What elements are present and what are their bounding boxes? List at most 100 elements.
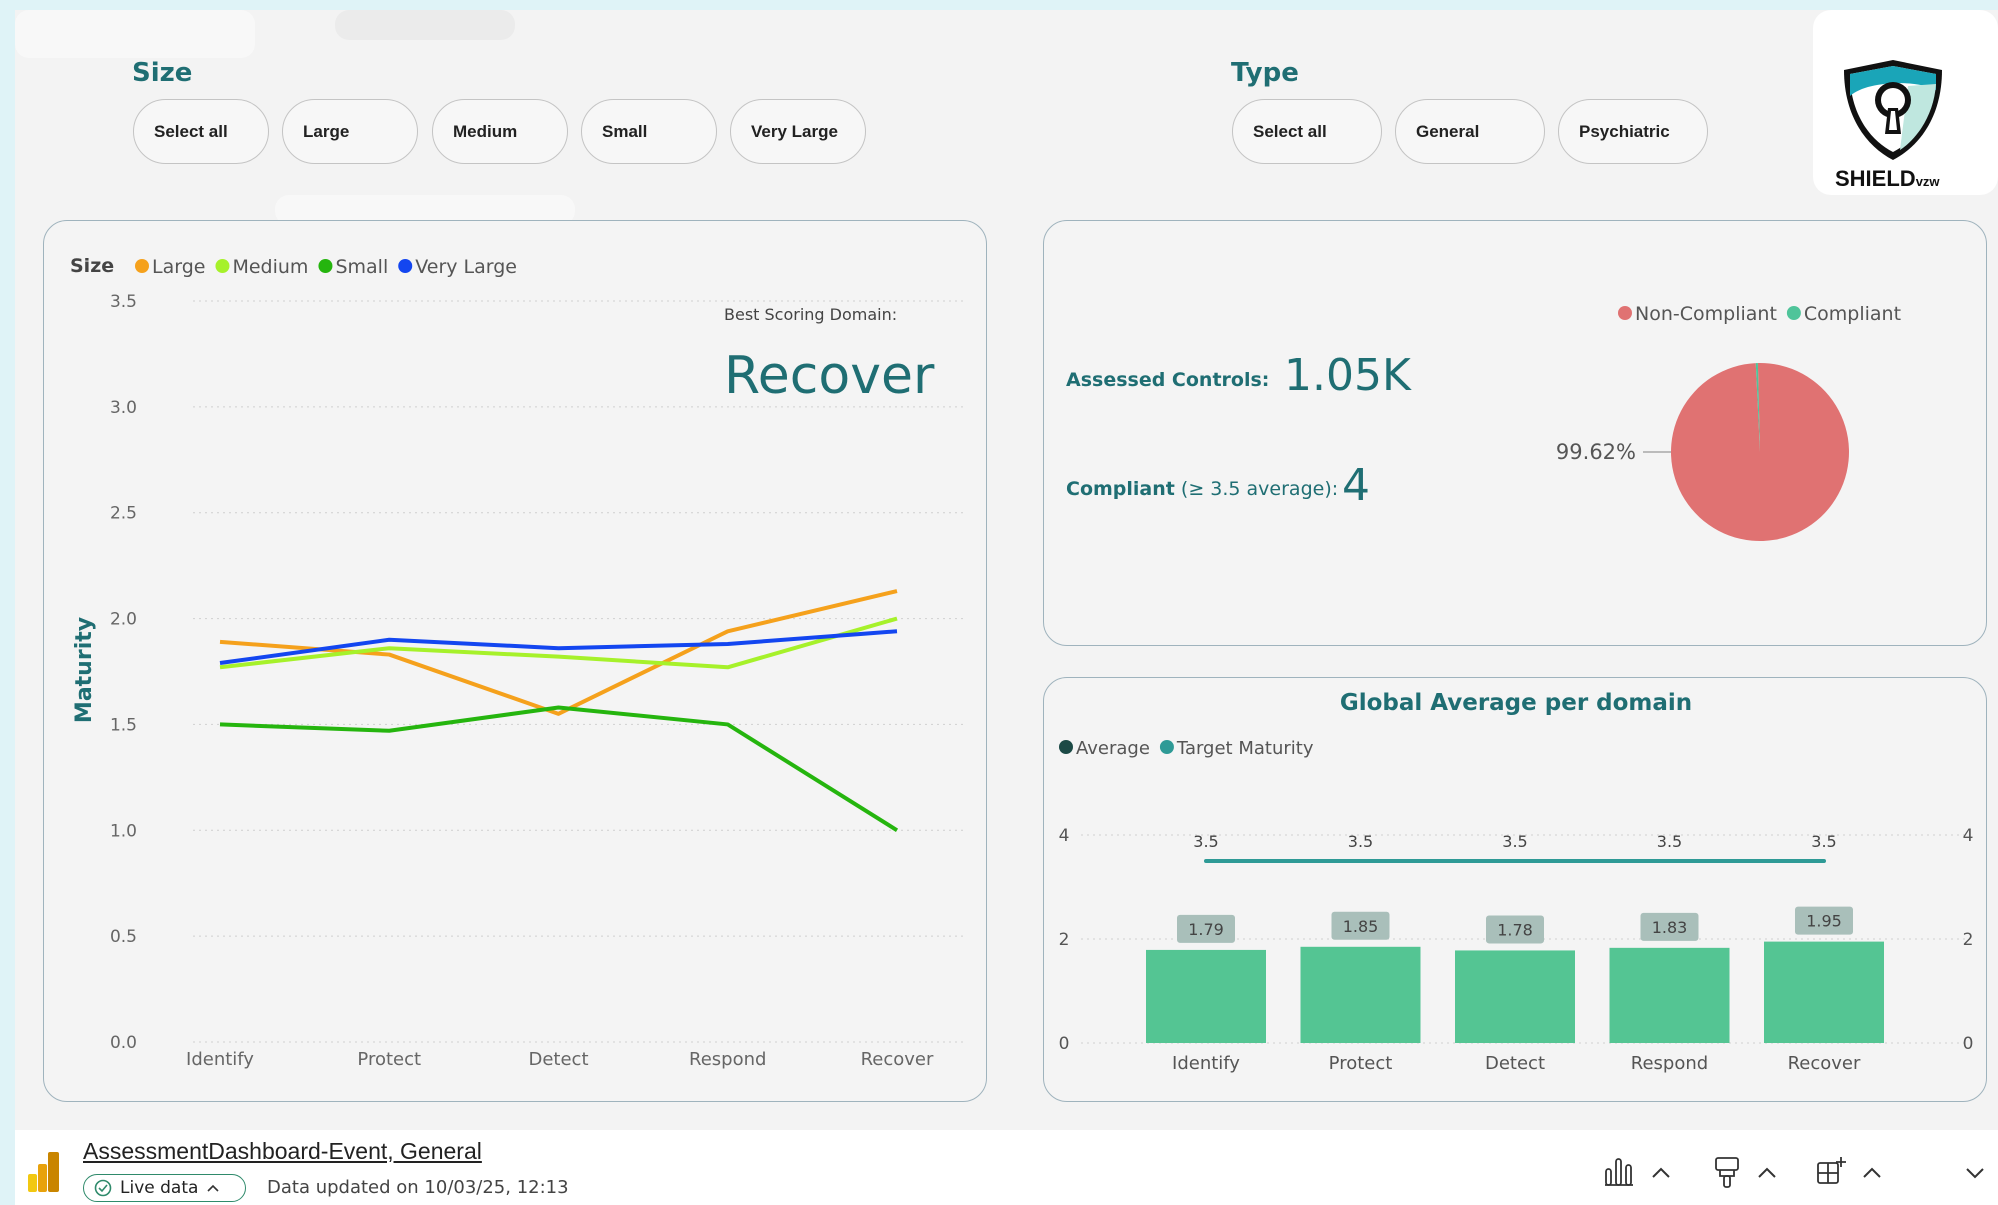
line-chart-gridlines bbox=[193, 300, 963, 1043]
type-general-button[interactable]: General bbox=[1395, 99, 1545, 164]
line-chart-legend: Size Large Medium Small Very Large bbox=[70, 255, 517, 278]
y-axis-label: Maturity bbox=[72, 617, 97, 723]
chevron-down-icon[interactable] bbox=[1964, 1166, 1986, 1180]
bar-chart-title: Global Average per domain bbox=[1340, 690, 1692, 716]
pie-slice-non-compliant bbox=[1671, 363, 1850, 541]
y-tick-label: 3.5 bbox=[110, 292, 137, 312]
size-small-button[interactable]: Small bbox=[581, 99, 717, 164]
type-psychiatric-button[interactable]: Psychiatric bbox=[1558, 99, 1708, 164]
x-tick-label: Detect bbox=[1485, 1053, 1545, 1074]
legend-marker bbox=[215, 259, 230, 273]
format-brush-icon[interactable] bbox=[1712, 1155, 1742, 1189]
pie-legend: Non-Compliant Compliant bbox=[1618, 303, 1901, 325]
size-large-button[interactable]: Large bbox=[282, 99, 418, 164]
best-domain-label: Best Scoring Domain: bbox=[724, 305, 897, 324]
legend-marker bbox=[318, 259, 333, 273]
best-domain-value: Recover bbox=[724, 346, 935, 406]
legend-item: Target Maturity bbox=[1176, 738, 1314, 759]
chevron-up-icon[interactable] bbox=[1650, 1166, 1672, 1180]
bar-average bbox=[1146, 949, 1266, 1043]
y-tick-label: 2 bbox=[1059, 930, 1070, 950]
x-tick-label: Identify bbox=[1172, 1053, 1240, 1074]
y2-tick-label: 4 bbox=[1963, 826, 1974, 846]
pie-data-label: 99.62% bbox=[1556, 440, 1636, 464]
bar-average bbox=[1455, 950, 1575, 1043]
line-chart-x-axis: Identify Protect Detect Respond Recover bbox=[186, 1049, 934, 1070]
y-tick-label: 0 bbox=[1059, 1034, 1070, 1054]
maturity-line-chart: Size Large Medium Small Very Large 0.0 0.5 1.0… bbox=[70, 255, 963, 1070]
line-chart-y-axis: 0.0 0.5 1.0 1.5 2.0 2.5 3.0 3.5 bbox=[110, 292, 137, 1053]
legend-marker bbox=[1159, 740, 1174, 754]
bar-data-label: 1.95 bbox=[1806, 912, 1842, 931]
global-average-bar-chart: Global Average per domain Average Target … bbox=[1059, 690, 1974, 1074]
logo-wordmark: SHIELDvzw bbox=[1835, 166, 1940, 191]
y-tick-label: 0.5 bbox=[110, 927, 137, 947]
bar-average bbox=[1609, 947, 1730, 1043]
legend-item: Non-Compliant bbox=[1635, 303, 1777, 325]
y-tick-label: 2.0 bbox=[110, 610, 137, 630]
x-tick-label: Identify bbox=[186, 1049, 254, 1070]
y-tick-label: 4 bbox=[1059, 826, 1070, 846]
report-title-link[interactable]: AssessmentDashboard-Event, General bbox=[83, 1138, 482, 1165]
background-shape bbox=[335, 10, 515, 40]
legend-item: Average bbox=[1076, 738, 1150, 759]
type-select-all-button[interactable]: Select all bbox=[1232, 99, 1382, 164]
y-tick-label: 3.0 bbox=[110, 398, 137, 418]
bar-data-label: 1.83 bbox=[1652, 918, 1688, 937]
legend-item: Compliant bbox=[1804, 303, 1901, 325]
y-tick-label: 0.0 bbox=[110, 1033, 137, 1053]
y2-tick-label: 0 bbox=[1963, 1034, 1974, 1054]
bar-chart-x-axis: Identify Protect Detect Respond Recover bbox=[1172, 1053, 1861, 1074]
target-data-label: 3.5 bbox=[1193, 832, 1218, 851]
pie-labels: 99.62% bbox=[1556, 440, 1671, 464]
x-tick-label: Respond bbox=[689, 1049, 766, 1070]
live-data-button[interactable]: Live data bbox=[83, 1174, 246, 1202]
target-data-label: 3.5 bbox=[1657, 832, 1682, 851]
series-line-medium bbox=[219, 616, 898, 670]
line-chart-series bbox=[219, 589, 899, 832]
target-data-label: 3.5 bbox=[1502, 832, 1527, 851]
bar-average bbox=[1300, 946, 1421, 1043]
y-tick-label: 1.0 bbox=[110, 821, 137, 841]
size-very-large-button[interactable]: Very Large bbox=[730, 99, 866, 164]
legend-item: Small bbox=[335, 256, 388, 278]
chevron-up-icon bbox=[207, 1184, 219, 1192]
size-medium-button[interactable]: Medium bbox=[432, 99, 568, 164]
y-tick-label: 2.5 bbox=[110, 504, 137, 524]
x-tick-label: Recover bbox=[861, 1049, 934, 1070]
legend-marker bbox=[1618, 306, 1632, 320]
chevron-up-icon[interactable] bbox=[1756, 1166, 1778, 1180]
background-shape bbox=[15, 10, 255, 58]
legend-item: Very Large bbox=[415, 256, 517, 278]
data-updated-text: Data updated on 10/03/25, 12:13 bbox=[267, 1177, 569, 1198]
series-line-large bbox=[219, 589, 898, 716]
target-data-label: 3.5 bbox=[1811, 832, 1836, 851]
bar-data-label: 1.85 bbox=[1343, 917, 1379, 936]
x-tick-label: Protect bbox=[1329, 1053, 1393, 1074]
x-tick-label: Detect bbox=[528, 1049, 588, 1070]
series-line-small bbox=[219, 705, 899, 832]
shield-logo-icon bbox=[1844, 60, 1942, 160]
legend-item: Large bbox=[152, 256, 205, 278]
target-maturity-line: 3.5 3.5 3.5 3.5 3.5 bbox=[1193, 832, 1837, 863]
pie-slices bbox=[1671, 363, 1850, 541]
legend-marker bbox=[135, 259, 149, 273]
compliance-pie-chart: Non-Compliant Compliant 99.62% bbox=[1556, 303, 1901, 541]
size-select-all-button[interactable]: Select all bbox=[133, 99, 269, 164]
target-data-label: 3.5 bbox=[1348, 832, 1373, 851]
size-slicer-title: Size bbox=[132, 58, 193, 88]
bar-data-label: 1.78 bbox=[1497, 920, 1533, 939]
y2-tick-label: 2 bbox=[1963, 930, 1974, 950]
live-data-label: Live data bbox=[120, 1178, 199, 1198]
legend-title: Size bbox=[70, 255, 114, 277]
bar-average bbox=[1764, 941, 1884, 1043]
visual-chart-icon[interactable] bbox=[1602, 1155, 1636, 1187]
bar-chart-bars: 1.79 1.85 1.78 1.83 1.95 bbox=[1146, 906, 1884, 1043]
x-tick-label: Respond bbox=[1631, 1053, 1708, 1074]
bar-data-label: 1.79 bbox=[1188, 920, 1224, 939]
x-tick-label: Protect bbox=[357, 1049, 421, 1070]
chevron-up-icon[interactable] bbox=[1861, 1166, 1883, 1180]
bar-chart-legend: Average Target Maturity bbox=[1059, 738, 1314, 759]
add-visual-icon[interactable] bbox=[1815, 1155, 1847, 1187]
legend-item: Medium bbox=[232, 256, 308, 278]
